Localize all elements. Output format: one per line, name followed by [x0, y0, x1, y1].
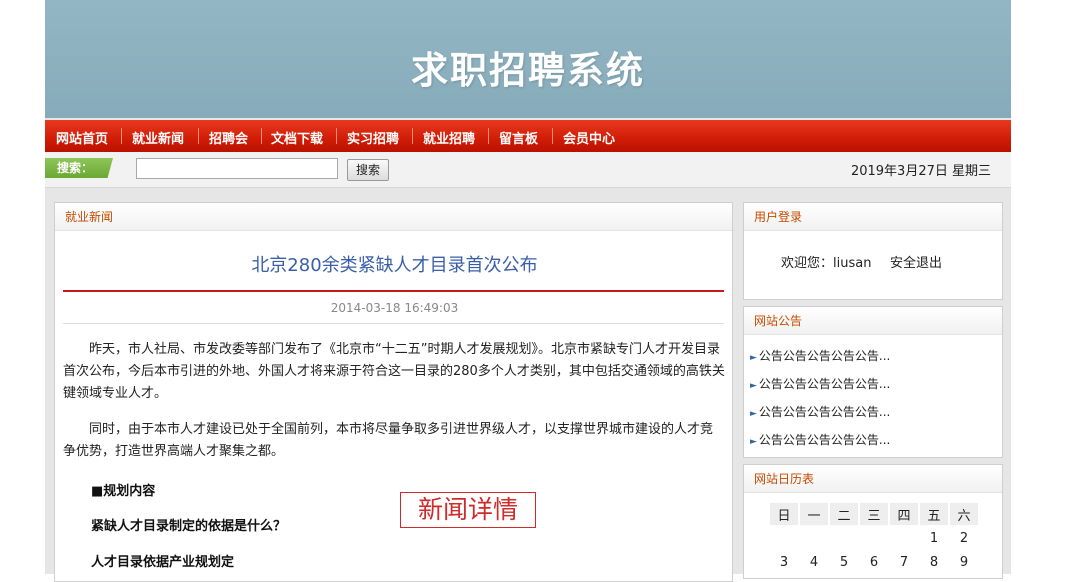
news-detail-stamp: 新闻详情: [400, 492, 536, 528]
nav-item-members[interactable]: 会员中心: [563, 128, 615, 147]
arrow-right-icon: ►: [750, 353, 757, 363]
login-panel: 用户登录 欢迎您：liusan 安全退出: [743, 202, 1003, 300]
notice-item-label: 公告公告公告公告公告...: [758, 405, 891, 419]
nav-divider: [552, 128, 553, 144]
calendar-day[interactable]: 9: [950, 551, 978, 573]
answer-heading: 人才目录依据产业规划定: [91, 555, 235, 570]
nav-divider: [121, 128, 122, 144]
search-button[interactable]: 搜索: [347, 159, 389, 181]
main-nav: 网站首页 就业新闻 招聘会 文档下载 实习招聘 就业招聘 留言板 会员中心: [45, 120, 1011, 152]
calendar-day[interactable]: [800, 527, 828, 549]
logout-link[interactable]: 安全退出: [890, 252, 942, 271]
calendar-day[interactable]: 3: [770, 551, 798, 573]
notice-panel: 网站公告 ► 公告公告公告公告公告... ► 公告公告公告公告公告... ► 公告公告…: [743, 306, 1003, 458]
calendar-day[interactable]: 1: [920, 527, 948, 549]
nav-divider: [488, 128, 489, 144]
nav-divider: [198, 128, 199, 144]
panel-title: 网站日历表: [744, 465, 1002, 493]
calendar-day[interactable]: 4: [800, 551, 828, 573]
weekday-label: 日: [770, 503, 798, 525]
nav-item-downloads[interactable]: 文档下载: [271, 128, 323, 147]
nav-item-news[interactable]: 就业新闻: [132, 128, 184, 147]
arrow-right-icon: ►: [750, 437, 757, 447]
weekday-label: 三: [860, 503, 888, 525]
article-title: 北京280余类紧缺人才目录首次公布: [251, 255, 538, 276]
weekday-label: 四: [890, 503, 918, 525]
news-detail-panel: 就业新闻 北京280余类紧缺人才目录首次公布 2014-03-18 16:49:…: [54, 202, 733, 582]
notice-item-label: 公告公告公告公告公告...: [758, 377, 891, 391]
search-input[interactable]: [136, 158, 338, 179]
weekday-label: 六: [950, 503, 978, 525]
calendar-day[interactable]: 2: [950, 527, 978, 549]
calendar-day[interactable]: 5: [830, 551, 858, 573]
arrow-right-icon: ►: [750, 381, 757, 391]
calendar-day[interactable]: 7: [890, 551, 918, 573]
site-banner: 求职招聘系统: [45, 0, 1011, 118]
nav-divider: [336, 128, 337, 144]
calendar-day[interactable]: [830, 527, 858, 549]
calendar-day[interactable]: 6: [860, 551, 888, 573]
calendar-week: 3 4 5 6 7 8 9: [770, 551, 978, 573]
site-title: 求职招聘系统: [411, 48, 645, 92]
nav-item-jobs[interactable]: 就业招聘: [423, 128, 475, 147]
calendar-day[interactable]: 8: [920, 551, 948, 573]
panel-title: 用户登录: [744, 203, 1002, 231]
article-timestamp: 2014-03-18 16:49:03: [330, 301, 459, 315]
arrow-right-icon: ►: [750, 409, 757, 419]
notice-item[interactable]: ► 公告公告公告公告公告...: [750, 431, 890, 448]
calendar-day[interactable]: [860, 527, 888, 549]
divider: [63, 323, 724, 324]
nav-item-guestbook[interactable]: 留言板: [499, 128, 538, 147]
question-heading: 紧缺人才目录制定的依据是什么？: [91, 519, 287, 534]
nav-item-job-fair[interactable]: 招聘会: [209, 128, 248, 147]
section-heading: ■规划内容: [91, 484, 156, 499]
nav-item-home[interactable]: 网站首页: [56, 128, 108, 147]
weekday-label: 二: [830, 503, 858, 525]
notice-item-label: 公告公告公告公告公告...: [758, 349, 891, 363]
nav-item-internship[interactable]: 实习招聘: [347, 128, 399, 147]
calendar-week: 1 2: [770, 527, 978, 549]
weekday-label: 一: [800, 503, 828, 525]
nav-divider: [261, 128, 262, 144]
notice-item-label: 公告公告公告公告公告...: [758, 433, 891, 447]
nav-divider: [412, 128, 413, 144]
calendar-panel: 网站日历表 日 一 二 三 四 五 六 1 2 3 4 5 6 7 8 9: [743, 464, 1003, 579]
weekday-label: 五: [920, 503, 948, 525]
search-bar: 搜索： 搜索 2019年3月27日 星期三: [45, 152, 1011, 188]
calendar-day[interactable]: [890, 527, 918, 549]
current-date: 2019年3月27日 星期三: [850, 164, 991, 179]
page-wrapper: 求职招聘系统 网站首页 就业新闻 招聘会 文档下载 实习招聘 就业招聘 留言板 …: [45, 0, 1011, 582]
weekday-header: 日 一 二 三 四 五 六: [770, 503, 978, 525]
welcome-text: 欢迎您：liusan: [781, 256, 872, 271]
title-divider: [63, 290, 724, 292]
notice-item[interactable]: ► 公告公告公告公告公告...: [750, 375, 890, 392]
panel-title: 网站公告: [744, 307, 1002, 335]
article-paragraph: 同时，由于本市人才建设已处于全国前列，本市将尽量争取多引进世界级人才，以支撑世界…: [63, 422, 714, 459]
calendar-day[interactable]: [770, 527, 798, 549]
calendar-table: 日 一 二 三 四 五 六 1 2 3 4 5 6 7 8 9: [768, 501, 980, 575]
notice-item[interactable]: ► 公告公告公告公告公告...: [750, 403, 890, 420]
article-paragraph: 昨天，市人社局、市发改委等部门发布了《北京市“十二五”时期人才发展规划》。北京市…: [63, 342, 725, 401]
search-label: 搜索：: [45, 158, 113, 178]
panel-title: 就业新闻: [55, 203, 732, 231]
notice-item[interactable]: ► 公告公告公告公告公告...: [750, 347, 890, 364]
